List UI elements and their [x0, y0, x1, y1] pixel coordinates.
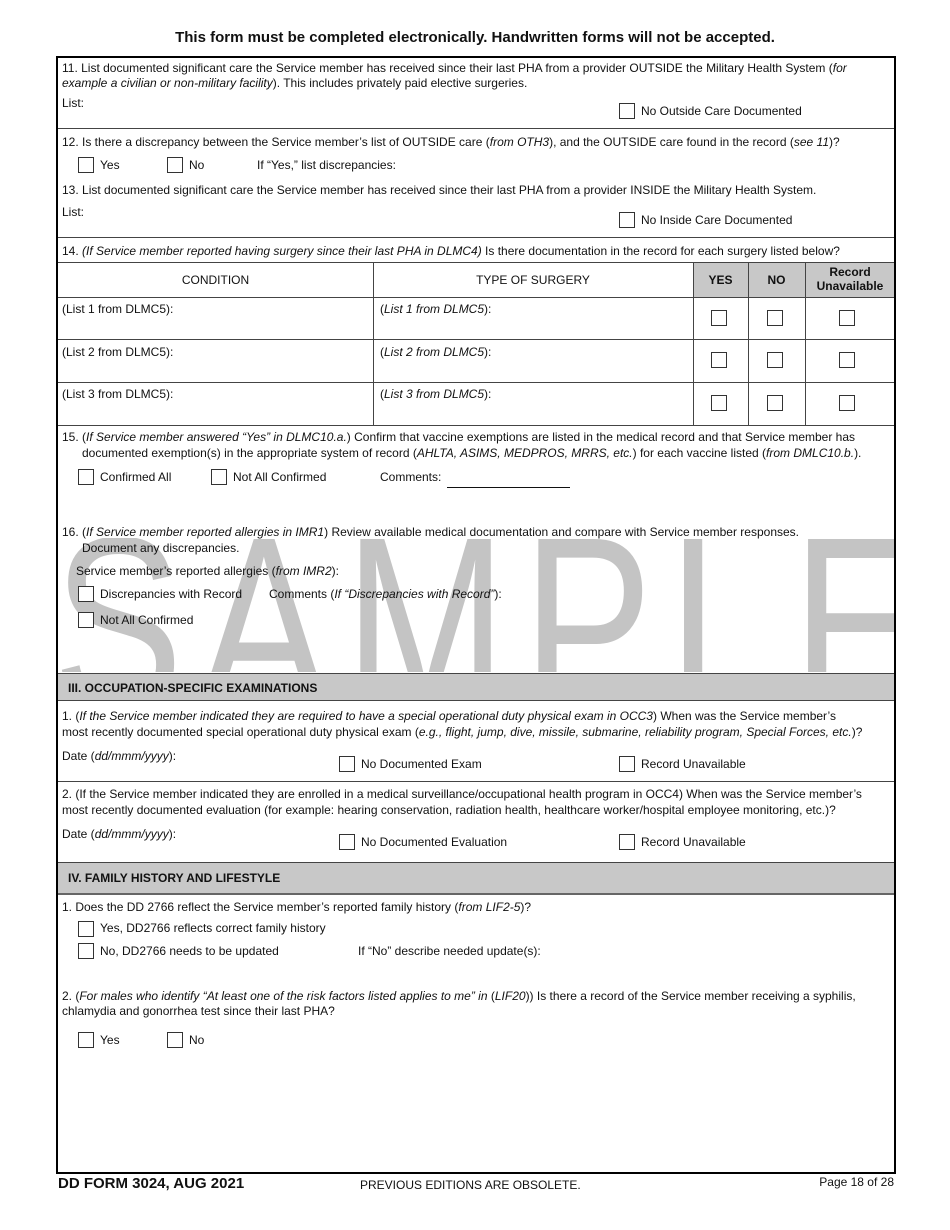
q13-list-label: List: [62, 205, 85, 219]
no-documented-evaluation-label: No Documented Evaluation [361, 835, 508, 849]
q15-comments-field[interactable] [447, 487, 570, 488]
q13-text: 13. List documented significant care the… [62, 183, 817, 197]
family-history-yes-label: Yes, DD2766 reflects correct family hist… [100, 921, 326, 935]
sec3-q2-date-label: Date (dd/mmm/yyyy): [62, 827, 177, 841]
form-number: DD FORM 3024, AUG 2021 [58, 1175, 245, 1192]
row1-no-checkbox[interactable] [767, 310, 783, 326]
row3-surgery: (List 3 from DLMC5): [380, 387, 492, 401]
q11-text: 11. List documented significant care the… [62, 61, 847, 90]
row1-yes-checkbox[interactable] [711, 310, 727, 326]
section-iv-header: IV. FAMILY HISTORY AND LIFESTYLE [58, 862, 894, 895]
q12-no-label: No [189, 158, 205, 172]
row1-surgery: (List 1 from DLMC5): [380, 302, 492, 316]
row3-no-checkbox[interactable] [767, 395, 783, 411]
no-outside-care-checkbox[interactable] [619, 103, 635, 119]
q12-yes-checkbox[interactable] [78, 157, 94, 173]
sti-test-yes-checkbox[interactable] [78, 1032, 94, 1048]
header-yes: YES [708, 273, 733, 287]
q16-not-all-confirmed-label: Not All Confirmed [100, 613, 194, 627]
discrepancies-checkbox[interactable] [78, 586, 94, 602]
sti-test-no-checkbox[interactable] [167, 1032, 183, 1048]
no-inside-care-label: No Inside Care Documented [641, 213, 793, 227]
q15-not-all-confirmed-checkbox[interactable] [211, 469, 227, 485]
sec4-q1-text: 1. Does the DD 2766 reflect the Service … [62, 900, 532, 914]
electronic-only-banner: This form must be completed electronical… [175, 29, 775, 46]
page-number: Page 18 of 28 [819, 1175, 894, 1189]
header-no: NO [767, 273, 786, 287]
q12-yes-label: Yes [100, 158, 120, 172]
section-iii-header: III. OCCUPATION-SPECIFIC EXAMINATIONS [58, 673, 894, 701]
family-history-note: If “No” describe needed update(s): [358, 944, 541, 958]
sec3-q1-date-label: Date (dd/mmm/yyyy): [62, 749, 177, 763]
row3-condition: (List 3 from DLMC5): [62, 387, 174, 401]
row2-condition: (List 2 from DLMC5): [62, 345, 174, 359]
row2-no-checkbox[interactable] [767, 352, 783, 368]
row3-record-unavailable-checkbox[interactable] [839, 395, 855, 411]
header-record-unavailable: Record Unavailable [816, 265, 884, 293]
q14-text: 14. (If Service member reported having s… [62, 244, 840, 258]
header-type-of-surgery: TYPE OF SURGERY [476, 273, 590, 287]
family-history-no-checkbox[interactable] [78, 943, 94, 959]
confirmed-all-checkbox[interactable] [78, 469, 94, 485]
q12-text: 12. Is there a discrepancy between the S… [62, 135, 840, 149]
sec3-q2-line1: 2. (If the Service member indicated they… [62, 787, 862, 801]
header-condition: CONDITION [181, 273, 250, 287]
row2-surgery: (List 2 from DLMC5): [380, 345, 492, 359]
sec3-q2-line2: most recently documented evaluation (for… [62, 803, 836, 817]
sti-test-no-label: No [189, 1033, 205, 1047]
q2-record-unavailable-checkbox[interactable] [619, 834, 635, 850]
q16-comments-label: Comments (If “Discrepancies with Record”… [269, 587, 502, 601]
q15-comments-label: Comments: [380, 470, 442, 484]
sample-watermark: SAMPLE [58, 538, 894, 672]
q16-text-line1: 16. (If Service member reported allergie… [62, 525, 799, 539]
q1-record-unavailable-label: Record Unavailable [641, 757, 746, 771]
q16-text-line2: Document any discrepancies. [82, 541, 240, 555]
q2-record-unavailable-label: Record Unavailable [641, 835, 746, 849]
sec4-q2-line1: 2. (For males who identify “At least one… [62, 989, 856, 1003]
family-history-no-label: No, DD2766 needs to be updated [100, 944, 279, 958]
no-outside-care-label: No Outside Care Documented [641, 104, 802, 118]
no-inside-care-checkbox[interactable] [619, 212, 635, 228]
no-documented-exam-label: No Documented Exam [361, 757, 482, 771]
q12-no-checkbox[interactable] [167, 157, 183, 173]
row3-yes-checkbox[interactable] [711, 395, 727, 411]
sec3-q1-line2: most recently documented special operati… [62, 725, 863, 739]
q15-not-all-confirmed-label: Not All Confirmed [233, 470, 327, 484]
discrepancies-label: Discrepancies with Record [100, 587, 243, 601]
row1-record-unavailable-checkbox[interactable] [839, 310, 855, 326]
row1-condition: (List 1 from DLMC5): [62, 302, 174, 316]
family-history-yes-checkbox[interactable] [78, 921, 94, 937]
q15-text-line2: documented exemption(s) in the appropria… [82, 446, 862, 460]
sec4-q2-line2: chlamydia and gonorrhea test since their… [62, 1004, 335, 1018]
sti-test-yes-label: Yes [100, 1033, 120, 1047]
obsolete-notice: PREVIOUS EDITIONS ARE OBSOLETE. [360, 1178, 581, 1192]
q1-record-unavailable-checkbox[interactable] [619, 756, 635, 772]
row2-record-unavailable-checkbox[interactable] [839, 352, 855, 368]
row2-yes-checkbox[interactable] [711, 352, 727, 368]
sec3-q1-line1: 1. (If the Service member indicated they… [62, 709, 836, 723]
no-documented-evaluation-checkbox[interactable] [339, 834, 355, 850]
q12-note: If “Yes,” list discrepancies: [257, 158, 396, 172]
q16-not-all-confirmed-checkbox[interactable] [78, 612, 94, 628]
confirmed-all-label: Confirmed All [100, 470, 172, 484]
q15-text-line1: 15. (If Service member answered “Yes” in… [62, 430, 856, 444]
q16-allergies-label: Service member’s reported allergies (fro… [76, 564, 339, 578]
no-documented-exam-checkbox[interactable] [339, 756, 355, 772]
q11-list-label: List: [62, 96, 85, 110]
